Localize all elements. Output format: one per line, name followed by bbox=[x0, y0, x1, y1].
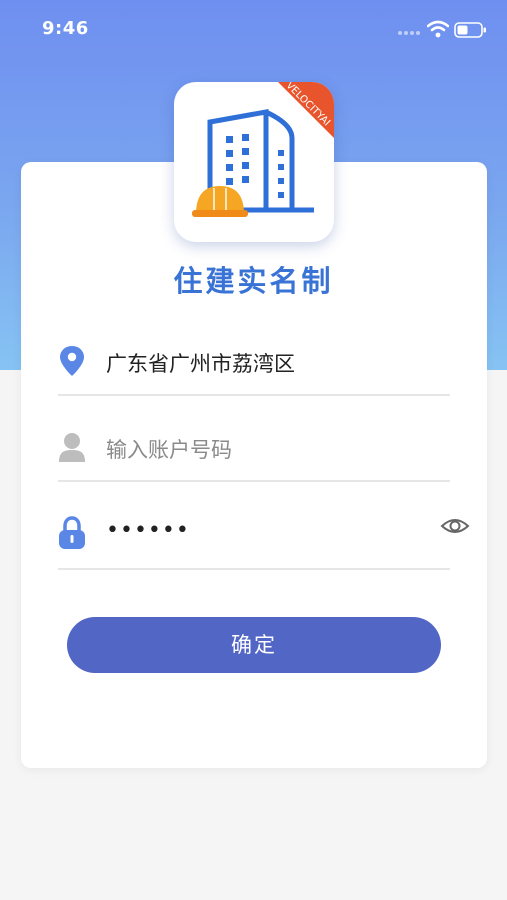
building-icon: VELOCITYAI bbox=[192, 82, 334, 217]
password-field[interactable]: •••••• bbox=[58, 506, 450, 570]
divider bbox=[58, 568, 450, 570]
location-pin-icon bbox=[60, 346, 84, 376]
confirm-button[interactable]: 确定 bbox=[67, 617, 441, 673]
status-time: 9:46 bbox=[42, 18, 89, 39]
cellular-signal-icon bbox=[398, 31, 424, 37]
location-value: 广东省广州市荔湾区 bbox=[106, 352, 295, 376]
user-icon bbox=[59, 433, 85, 462]
account-field[interactable]: 输入账户号码 bbox=[58, 420, 450, 482]
account-input[interactable]: 输入账户号码 bbox=[106, 434, 232, 464]
password-input[interactable]: •••••• bbox=[106, 518, 190, 543]
eye-icon[interactable] bbox=[440, 514, 470, 538]
app-logo: VELOCITYAI bbox=[174, 82, 334, 242]
status-bar: 9:46 bbox=[0, 0, 507, 60]
battery-icon bbox=[454, 22, 486, 38]
wifi-icon bbox=[427, 20, 449, 38]
divider bbox=[58, 480, 450, 482]
lock-icon bbox=[59, 516, 85, 549]
divider bbox=[58, 394, 450, 396]
location-field[interactable]: 广东省广州市荔湾区 bbox=[58, 334, 450, 396]
app-title: 住建实名制 bbox=[173, 264, 334, 298]
